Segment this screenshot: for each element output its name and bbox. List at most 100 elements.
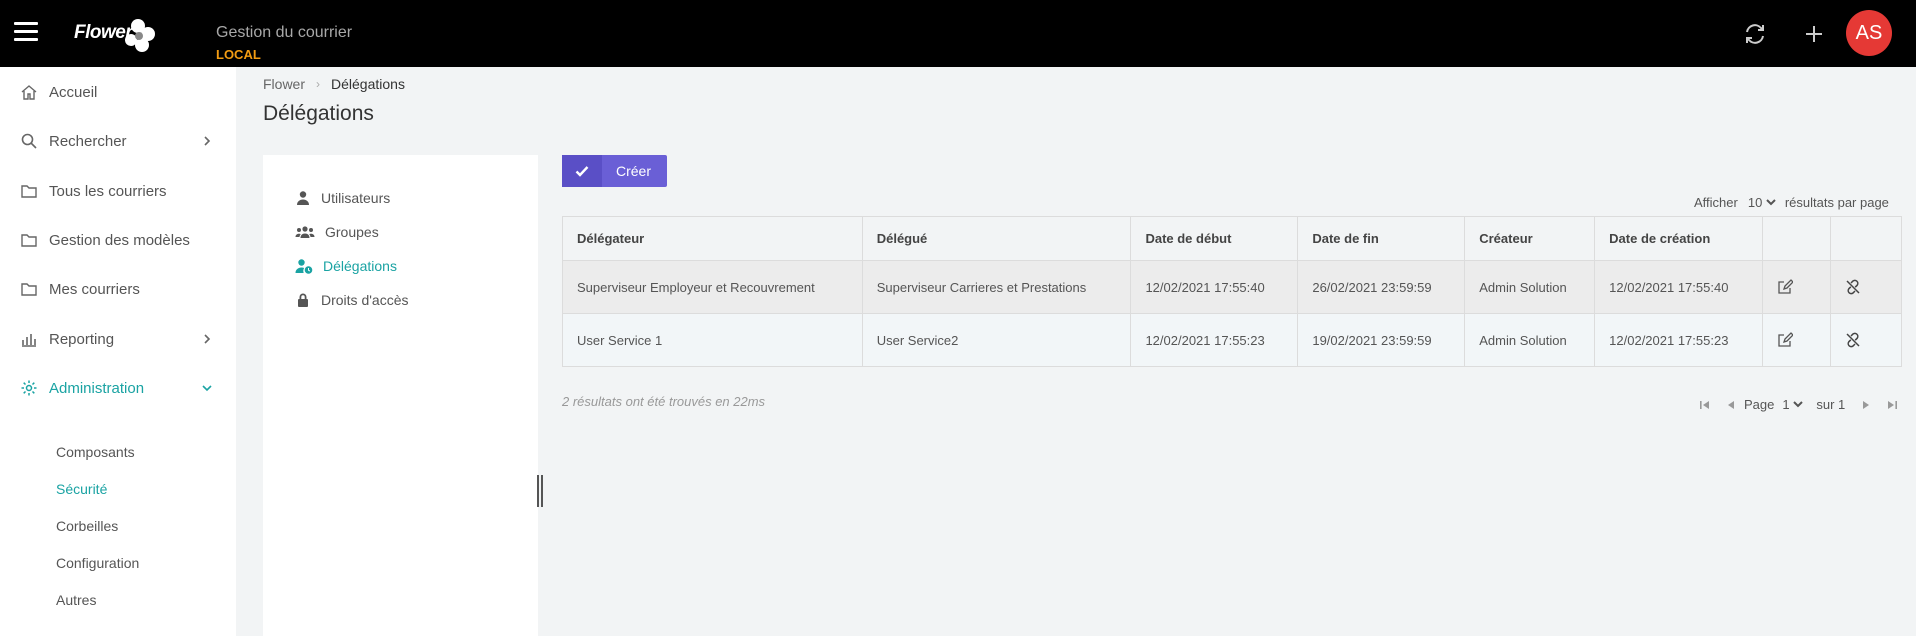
security-menu-item-delegations[interactable]: Délégations bbox=[295, 255, 397, 277]
sidebar-item-label: Mes courriers bbox=[49, 280, 140, 298]
page-size-select[interactable]: 10 bbox=[1743, 194, 1779, 211]
check-icon bbox=[562, 155, 602, 187]
sidebar-item-label: Accueil bbox=[49, 83, 98, 101]
page-size-control: Afficher 10 résultats par page bbox=[1694, 194, 1889, 211]
folder-icon bbox=[21, 234, 37, 247]
cell-date-debut: 12/02/2021 17:55:40 bbox=[1130, 260, 1299, 314]
user-clock-icon bbox=[295, 259, 313, 274]
hamburger-menu-icon[interactable] bbox=[14, 22, 38, 42]
logo[interactable]: Flower bbox=[74, 16, 156, 56]
security-menu-label: Droits d'accès bbox=[321, 292, 409, 308]
sidebar-item-gestion-des-modeles[interactable]: Gestion des modèles bbox=[0, 220, 236, 260]
create-button[interactable]: Créer bbox=[562, 155, 667, 187]
pagination: Page 1 sur 1 bbox=[1692, 396, 1905, 413]
result-count: 2 résultats ont été trouvés en 22ms bbox=[562, 394, 766, 409]
refresh-icon[interactable] bbox=[1741, 20, 1769, 48]
folder-icon bbox=[21, 283, 37, 296]
edit-icon[interactable] bbox=[1777, 332, 1794, 348]
cell-delete bbox=[1829, 313, 1903, 367]
sidebar-item-label: Reporting bbox=[49, 330, 115, 348]
cell-date-creation: 12/02/2021 17:55:23 bbox=[1594, 313, 1764, 367]
cell-edit bbox=[1762, 260, 1831, 314]
folder-icon bbox=[21, 185, 37, 198]
sidebar-item-rechercher[interactable]: Rechercher bbox=[0, 121, 236, 161]
delegations-table: Délégateur Délégué Date de début Date de… bbox=[562, 216, 1903, 367]
column-header-createur[interactable]: Créateur bbox=[1464, 216, 1596, 261]
sidebar-item-label: Tous les courriers bbox=[49, 182, 167, 200]
prev-page-icon[interactable] bbox=[1724, 398, 1738, 412]
cell-createur: Admin Solution bbox=[1464, 260, 1596, 314]
edit-icon[interactable] bbox=[1777, 279, 1794, 295]
sidebar-subitem-corbeilles[interactable]: Corbeilles bbox=[56, 518, 118, 534]
column-header-delete bbox=[1829, 216, 1903, 261]
sidebar-item-label: Gestion des modèles bbox=[49, 231, 190, 249]
cell-delegateur: Superviseur Employeur et Recouvrement bbox=[562, 260, 863, 314]
sidebar-item-mes-courriers[interactable]: Mes courriers bbox=[0, 269, 236, 309]
breadcrumb: Flower › Délégations bbox=[263, 76, 405, 92]
avatar[interactable]: AS bbox=[1846, 10, 1892, 56]
table-row[interactable]: User Service 1 User Service2 12/02/2021 … bbox=[562, 313, 1903, 367]
sidebar-subitem-configuration[interactable]: Configuration bbox=[56, 555, 139, 571]
security-menu-panel: Utilisateurs Groupes Délégations Droits … bbox=[263, 155, 538, 636]
cell-date-creation: 12/02/2021 17:55:40 bbox=[1594, 260, 1764, 314]
breadcrumb-root-link[interactable]: Flower bbox=[263, 76, 305, 92]
cell-delegue: Superviseur Carrieres et Prestations bbox=[861, 260, 1132, 314]
logo-flower-icon bbox=[125, 19, 155, 52]
chevron-down-icon bbox=[202, 385, 212, 392]
search-icon bbox=[21, 133, 37, 149]
column-header-edit bbox=[1762, 216, 1831, 261]
security-menu-label: Groupes bbox=[325, 224, 379, 240]
security-menu-item-droits-acces[interactable]: Droits d'accès bbox=[295, 289, 408, 311]
cell-createur: Admin Solution bbox=[1464, 313, 1596, 367]
first-page-icon[interactable] bbox=[1698, 398, 1712, 412]
sidebar-item-administration[interactable]: Administration bbox=[0, 368, 236, 408]
home-icon bbox=[21, 85, 37, 100]
security-menu-label: Délégations bbox=[323, 258, 397, 274]
page-total: sur 1 bbox=[1816, 397, 1846, 412]
environment-label: LOCAL bbox=[216, 47, 261, 62]
cell-date-debut: 12/02/2021 17:55:23 bbox=[1130, 313, 1299, 367]
security-menu-label: Utilisateurs bbox=[321, 190, 391, 206]
table-header-row: Délégateur Délégué Date de début Date de… bbox=[562, 216, 1903, 261]
top-bar: Flower Gestion du courrier LOCAL AS bbox=[0, 0, 1916, 67]
cell-delegateur: User Service 1 bbox=[562, 313, 863, 367]
breadcrumb-current: Délégations bbox=[331, 76, 405, 92]
add-icon[interactable] bbox=[1800, 20, 1828, 48]
cell-delegue: User Service2 bbox=[861, 313, 1132, 367]
create-button-label: Créer bbox=[616, 163, 652, 179]
sidebar-item-accueil[interactable]: Accueil bbox=[0, 72, 236, 112]
page-size-suffix: résultats par page bbox=[1784, 195, 1889, 210]
table-row[interactable]: Superviseur Employeur et Recouvrement Su… bbox=[562, 260, 1903, 314]
page-size-prefix: Afficher bbox=[1694, 195, 1738, 210]
column-header-date-fin[interactable]: Date de fin bbox=[1297, 216, 1466, 261]
bar-chart-icon bbox=[22, 334, 36, 347]
page-label: Page bbox=[1744, 397, 1775, 412]
sidebar-subitem-autres[interactable]: Autres bbox=[56, 592, 96, 608]
chevron-right-icon: › bbox=[316, 77, 321, 91]
unlink-icon[interactable] bbox=[1845, 279, 1861, 295]
column-header-date-creation[interactable]: Date de création bbox=[1594, 216, 1764, 261]
page-select[interactable]: 1 bbox=[1778, 396, 1807, 413]
security-menu-item-groupes[interactable]: Groupes bbox=[295, 221, 379, 243]
sidebar-subitem-securite[interactable]: Sécurité bbox=[56, 481, 107, 497]
page-title: Délégations bbox=[263, 102, 374, 125]
column-header-delegateur[interactable]: Délégateur bbox=[562, 216, 863, 261]
panel-resize-handle[interactable] bbox=[537, 475, 543, 507]
unlink-icon[interactable] bbox=[1845, 332, 1861, 348]
sidebar-subitem-composants[interactable]: Composants bbox=[56, 444, 135, 460]
last-page-icon[interactable] bbox=[1885, 398, 1899, 412]
column-header-date-debut[interactable]: Date de début bbox=[1130, 216, 1299, 261]
next-page-icon[interactable] bbox=[1859, 398, 1873, 412]
gear-icon bbox=[21, 380, 37, 396]
sidebar: Accueil Rechercher Tous les courriers Ge… bbox=[0, 67, 236, 636]
sidebar-item-reporting[interactable]: Reporting bbox=[0, 319, 236, 359]
lock-icon bbox=[298, 293, 308, 307]
cell-date-fin: 19/02/2021 23:59:59 bbox=[1297, 313, 1466, 367]
sidebar-item-label: Administration bbox=[49, 379, 145, 397]
column-header-delegue[interactable]: Délégué bbox=[861, 216, 1132, 261]
sidebar-item-tous-les-courriers[interactable]: Tous les courriers bbox=[0, 171, 236, 211]
cell-edit bbox=[1762, 313, 1831, 367]
security-menu-item-utilisateurs[interactable]: Utilisateurs bbox=[295, 187, 390, 209]
sidebar-item-label: Rechercher bbox=[49, 132, 127, 150]
chevron-right-icon bbox=[204, 136, 211, 146]
